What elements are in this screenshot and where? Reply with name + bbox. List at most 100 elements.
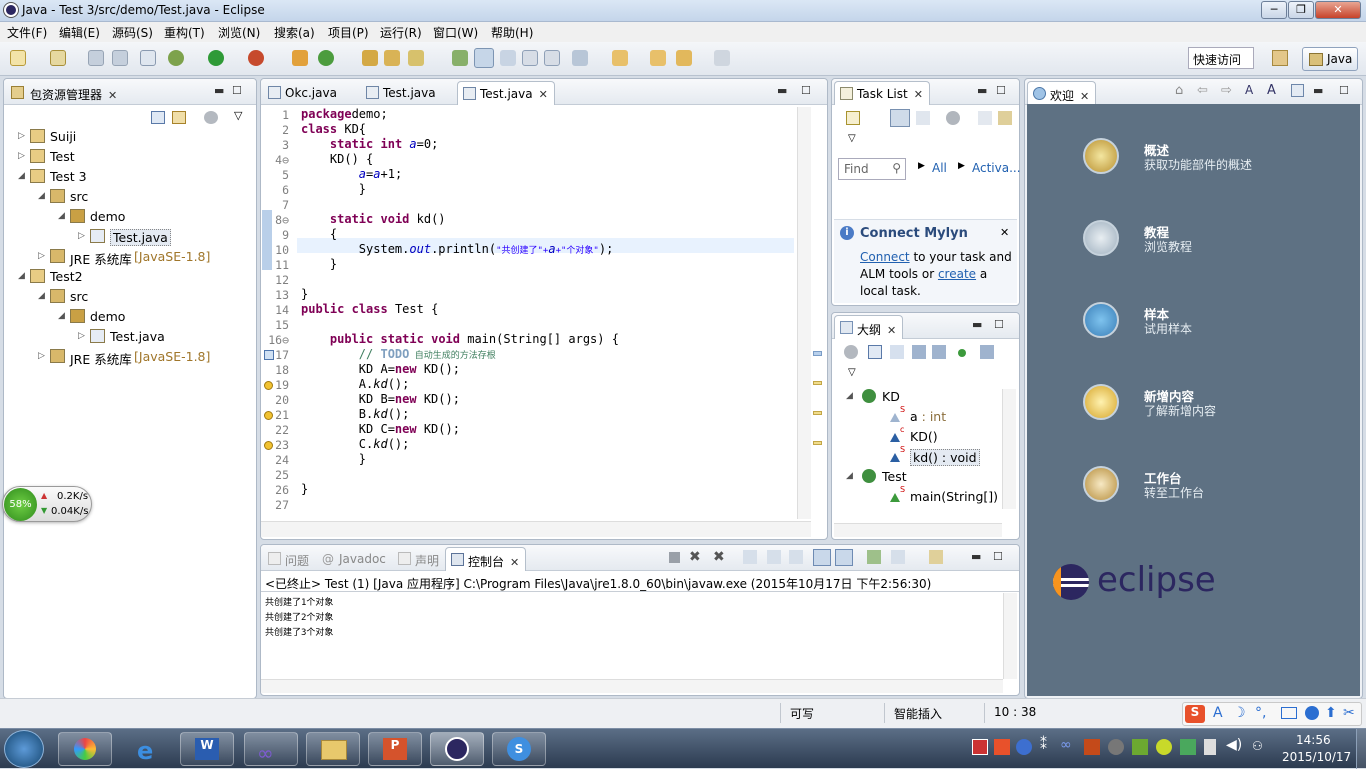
welcome-link[interactable]: 工作台 转至工作台: [1083, 466, 1353, 512]
scroll-lock-icon[interactable]: [743, 550, 757, 564]
code-line[interactable]: KD() {: [301, 152, 373, 166]
tray-sogou-icon[interactable]: [994, 739, 1010, 755]
overview-marker[interactable]: [813, 351, 822, 356]
expand-toggle-icon[interactable]: ▷: [18, 131, 25, 141]
editor-horizontal-scrollbar[interactable]: [261, 521, 811, 537]
activate-link[interactable]: Activa...: [972, 161, 1021, 175]
taskbar-app-explorer[interactable]: [306, 732, 360, 766]
volume-icon[interactable]: ◀): [1226, 737, 1242, 753]
mark-occurrences-icon[interactable]: [474, 48, 494, 68]
expand-toggle-icon[interactable]: ◢: [38, 191, 45, 201]
java-perspective-button[interactable]: Java: [1302, 47, 1358, 71]
show-on-stderr-icon[interactable]: [835, 549, 853, 566]
welcome-link[interactable]: 新增内容 了解新增内容: [1083, 384, 1353, 430]
tab-console[interactable]: 控制台 ✕: [445, 547, 527, 571]
tree-item[interactable]: ◢ src: [4, 287, 254, 307]
minimize-view-icon[interactable]: ▬: [1313, 84, 1323, 97]
warning-icon[interactable]: [264, 381, 273, 390]
close-icon[interactable]: ✕: [1080, 90, 1089, 103]
maximize-button[interactable]: ❐: [1288, 1, 1314, 19]
debug-icon[interactable]: [168, 50, 184, 66]
code-editor[interactable]: 1 packagedemo; 2 class KD{3 static int a=0;…: [262, 104, 796, 518]
close-icon[interactable]: ✕: [887, 324, 896, 337]
tray-app-icon[interactable]: [1084, 739, 1100, 755]
menu-item[interactable]: 浏览(N): [218, 24, 260, 41]
tree-item[interactable]: ◢ demo: [4, 207, 254, 227]
tab-declaration[interactable]: 声明: [393, 547, 445, 571]
connect-link[interactable]: Connect: [860, 250, 910, 264]
code-line[interactable]: }: [301, 482, 308, 496]
maximize-view-icon[interactable]: ☐: [232, 84, 242, 97]
collapse-icon[interactable]: [978, 111, 992, 125]
code-line[interactable]: }: [301, 182, 366, 196]
new-icon[interactable]: [10, 50, 26, 66]
net-speed-widget[interactable]: 58% ▲ 0.2K/s ▼ 0.04K/s: [2, 486, 92, 522]
tree-item[interactable]: ▷ Test.java: [4, 227, 254, 247]
open-task-icon[interactable]: [384, 50, 400, 66]
open-type-icon[interactable]: [362, 50, 378, 66]
close-icon[interactable]: ✕: [510, 556, 519, 569]
forward-icon[interactable]: ⇨: [1221, 83, 1232, 98]
warning-icon[interactable]: [264, 441, 273, 450]
zoom-out-icon[interactable]: A: [1245, 83, 1253, 97]
tray-plus-icon[interactable]: [1156, 739, 1172, 755]
taskbar-app-ie[interactable]: e: [122, 732, 176, 766]
menu-item[interactable]: 编辑(E): [59, 24, 100, 41]
show-desktop-button[interactable]: [1356, 729, 1366, 769]
code-line[interactable]: public class Test {: [301, 302, 438, 316]
code-line[interactable]: static void kd(): [301, 212, 446, 226]
outline-horizontal-scrollbar[interactable]: [834, 523, 1002, 537]
clock-date[interactable]: 2015/10/17: [1282, 750, 1351, 764]
tab-javadoc[interactable]: @ Javadoc: [317, 547, 392, 571]
minimize-view-icon[interactable]: ▬: [972, 318, 982, 331]
clock-time[interactable]: 14:56: [1296, 733, 1331, 747]
user-icon[interactable]: [1305, 706, 1319, 720]
tools-icon[interactable]: ✂: [1343, 705, 1355, 721]
expand-toggle-icon[interactable]: ▷: [38, 251, 45, 261]
expand-toggle-icon[interactable]: ◢: [58, 211, 65, 221]
outline-item[interactable]: Sa : int: [832, 405, 1000, 427]
tab-welcome[interactable]: 欢迎 ✕: [1027, 81, 1097, 105]
outline-vertical-scrollbar[interactable]: [1002, 389, 1016, 509]
overview-marker[interactable]: [813, 411, 822, 415]
word-wrap-icon[interactable]: [767, 550, 781, 564]
home-icon[interactable]: ⌂: [1175, 83, 1183, 98]
close-icon[interactable]: ✕: [914, 88, 923, 101]
expand-toggle-icon[interactable]: ◢: [846, 391, 853, 401]
code-line[interactable]: public static void main(String[] args) {: [301, 332, 619, 346]
view-menu-icon[interactable]: ▽: [234, 109, 242, 122]
find-input[interactable]: Find ⚲: [838, 158, 906, 180]
tray-help-icon[interactable]: [1016, 739, 1032, 755]
start-button[interactable]: [4, 730, 44, 768]
view-menu-icon[interactable]: ▽: [848, 367, 856, 378]
minimize-view-icon[interactable]: ▬: [977, 84, 987, 97]
tray-device-icon[interactable]: [1204, 739, 1216, 755]
code-line[interactable]: }: [301, 257, 337, 271]
hide-nonpublic-icon[interactable]: [958, 349, 966, 357]
tray-infinity-icon[interactable]: ∞: [1060, 737, 1072, 753]
new-java-project-icon[interactable]: [292, 50, 308, 66]
network-icon[interactable]: ⚇: [1252, 739, 1263, 753]
tree-item[interactable]: ▷ Test.java: [4, 327, 254, 347]
maximize-view-icon[interactable]: ☐: [801, 84, 811, 97]
terminate-icon[interactable]: [669, 552, 680, 563]
code-line[interactable]: KD C=new KD();: [301, 422, 460, 436]
back-icon[interactable]: [676, 50, 692, 66]
ime-toolbar[interactable]: S A ☽ °, ⬆ ✂: [1182, 702, 1362, 726]
code-line[interactable]: KD A=new KD();: [301, 362, 460, 376]
expand-toggle-icon[interactable]: ◢: [58, 311, 65, 321]
minimize-button[interactable]: ─: [1261, 1, 1287, 19]
tab-test-java-active[interactable]: Test.java ✕: [457, 81, 555, 105]
last-edit-location-icon[interactable]: [650, 50, 666, 66]
maximize-view-icon[interactable]: ☐: [993, 550, 1003, 563]
close-icon[interactable]: ✕: [1000, 226, 1009, 239]
minimize-view-icon[interactable]: ▬: [777, 84, 787, 97]
console-horizontal-scrollbar[interactable]: [261, 679, 1003, 693]
tray-adobe-icon[interactable]: [972, 739, 988, 755]
sogou-icon[interactable]: S: [1185, 705, 1205, 723]
forward-icon[interactable]: [714, 50, 730, 66]
punctuation-icon[interactable]: °,: [1255, 705, 1266, 721]
taskbar-app-sogou[interactable]: S: [492, 732, 546, 766]
sort-icon[interactable]: [890, 345, 904, 359]
tab-task-list[interactable]: Task List ✕: [834, 81, 930, 105]
